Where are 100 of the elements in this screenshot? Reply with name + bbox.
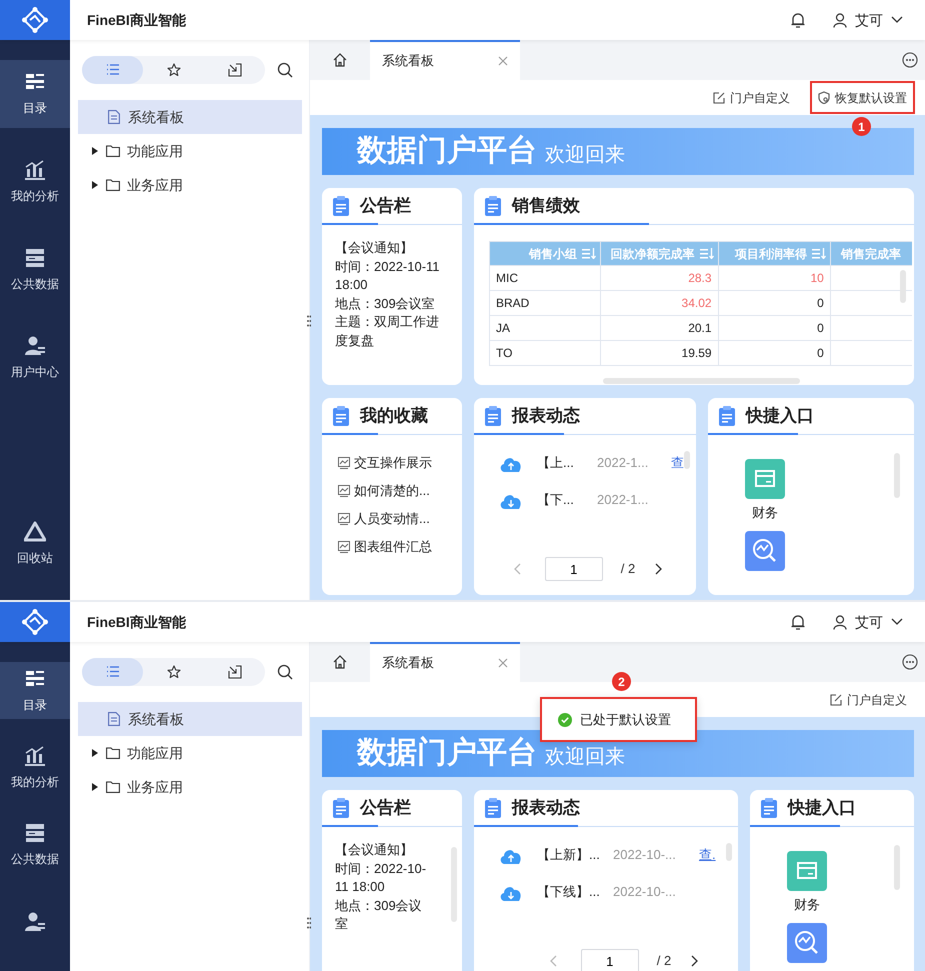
bell-icon[interactable] xyxy=(791,614,805,630)
logo-tile[interactable] xyxy=(0,602,70,642)
report-item[interactable]: 【上新】... 2022-10-... 查. xyxy=(499,840,738,869)
shortcut-item[interactable]: 财务 xyxy=(745,459,785,522)
clipboard-icon xyxy=(484,195,502,217)
tree-item[interactable]: 业务应用 xyxy=(78,770,302,804)
customize-button[interactable]: 门户自定义 xyxy=(705,81,798,114)
table-cell: BRAD xyxy=(490,290,601,316)
caret-right-icon xyxy=(92,783,98,791)
tree-item[interactable]: 系统看板 xyxy=(78,702,302,736)
favorite-item[interactable]: 图表组件汇总 xyxy=(338,535,462,558)
customize-button[interactable]: 门户自定义 xyxy=(822,683,915,716)
logo-tile[interactable] xyxy=(0,0,70,40)
table-cell: 28.3 xyxy=(600,266,718,290)
favorite-item[interactable]: 交互操作展示 xyxy=(338,451,462,474)
scrollbar[interactable] xyxy=(894,453,900,498)
nav-item[interactable]: 公共数据 xyxy=(0,236,70,304)
app-title: FineBI商业智能 xyxy=(87,10,186,30)
report-item[interactable]: 【下... 2022-1... xyxy=(499,485,696,514)
magnifier-chart-icon xyxy=(787,922,827,962)
card-icon xyxy=(787,851,827,891)
table-cell: 19.59 xyxy=(600,340,718,366)
shortcut-item[interactable] xyxy=(787,922,827,962)
edit-icon xyxy=(830,694,842,706)
report-item[interactable]: 【下线】... 2022-10-... xyxy=(499,877,738,906)
report-title: 【上新】... xyxy=(537,846,601,864)
nav-item[interactable]: 目录 xyxy=(0,662,70,720)
page-tab[interactable]: 系统看板 xyxy=(370,642,520,682)
report-date: 2022-1... xyxy=(597,454,650,472)
chevron-right-icon[interactable] xyxy=(689,955,700,967)
favorite-item[interactable]: 如何清楚的... xyxy=(338,479,462,502)
close-icon[interactable] xyxy=(498,658,508,668)
list-icon xyxy=(106,665,120,679)
page-total: / 2 xyxy=(620,560,636,578)
sort-icon xyxy=(812,248,826,258)
document-icon xyxy=(108,110,120,124)
tab-underline xyxy=(322,825,378,827)
tree-item[interactable]: 业务应用 xyxy=(78,168,302,202)
notice-text: 时间：2022-10-11 xyxy=(335,258,441,276)
page-tab[interactable]: 系统看板 xyxy=(370,40,520,80)
tab-underline xyxy=(322,223,378,225)
scrollbar[interactable] xyxy=(900,270,906,303)
scrollbar[interactable] xyxy=(603,378,800,384)
drag-handle-icon[interactable] xyxy=(307,315,311,327)
home-icon xyxy=(333,53,347,67)
tree-item[interactable]: 功能应用 xyxy=(78,736,302,770)
nav-item[interactable]: 回收站 xyxy=(0,510,70,578)
bell-icon[interactable] xyxy=(791,12,805,28)
notice-text: 地点：309会议室 xyxy=(335,294,436,312)
more-icon[interactable] xyxy=(902,52,918,68)
report-item[interactable]: 【上... 2022-1... 查 xyxy=(499,448,696,477)
caret-right-icon xyxy=(92,147,98,155)
notice-text: 时间：2022-10- xyxy=(335,860,428,878)
scrollbar[interactable] xyxy=(726,843,732,861)
banner-title: 数据门户平台 xyxy=(357,133,537,169)
drag-handle-icon[interactable] xyxy=(307,917,311,929)
search-icon[interactable] xyxy=(277,62,293,78)
page-input[interactable]: 1 xyxy=(580,949,639,971)
table-cell: 34.02 xyxy=(600,290,718,316)
folder-icon xyxy=(106,747,120,759)
user-menu[interactable]: 艾可 xyxy=(833,10,903,30)
page-total: / 2 xyxy=(656,952,672,970)
page-input[interactable]: 1 xyxy=(544,557,603,581)
search-icon[interactable] xyxy=(277,664,293,680)
tree-item[interactable]: 功能应用 xyxy=(78,134,302,168)
scrollbar[interactable] xyxy=(894,845,900,890)
view-link[interactable]: 查 xyxy=(671,452,684,472)
favorite-item[interactable]: 人员变动情... xyxy=(338,507,462,530)
more-icon[interactable] xyxy=(902,654,918,670)
notice-text: 【会议通知】 xyxy=(335,239,414,257)
network-logo-icon xyxy=(22,609,48,635)
table-cell: 10 xyxy=(718,266,830,290)
card-icon xyxy=(745,459,785,499)
folder-icon xyxy=(106,179,120,191)
clipboard-icon xyxy=(484,405,502,427)
tree-item[interactable]: 系统看板 xyxy=(78,100,302,134)
view-link[interactable]: 查. xyxy=(699,844,716,864)
chevron-right-icon[interactable] xyxy=(653,563,664,575)
user-menu[interactable]: 艾可 xyxy=(833,612,903,632)
shortcut-item[interactable]: 财务 xyxy=(787,851,827,914)
magnifier-chart-icon xyxy=(745,530,785,570)
nav-item[interactable]: 我的分析 xyxy=(0,739,70,796)
user-icon xyxy=(24,335,46,357)
nav-item[interactable]: 公共数据 xyxy=(0,816,70,874)
widget-title: 快捷入口 xyxy=(746,405,814,428)
notice-text: 主题：双周工作进 xyxy=(335,313,440,331)
chart-icon xyxy=(338,540,350,552)
clipboard-icon xyxy=(484,797,502,819)
edit-icon xyxy=(713,92,725,104)
nav-item[interactable]: 用户中心 xyxy=(0,324,70,392)
banner-title: 数据门户平台 xyxy=(357,735,537,771)
scrollbar[interactable] xyxy=(684,451,690,469)
shortcut-item[interactable] xyxy=(745,530,785,570)
close-icon[interactable] xyxy=(498,56,508,66)
sort-icon xyxy=(700,248,714,258)
nav-item[interactable]: 目录 xyxy=(0,60,70,128)
nav-item[interactable]: 我的分析 xyxy=(0,148,70,216)
chevron-down-icon xyxy=(891,16,903,24)
chart-icon xyxy=(338,456,350,468)
arrow-box-icon xyxy=(228,665,242,679)
